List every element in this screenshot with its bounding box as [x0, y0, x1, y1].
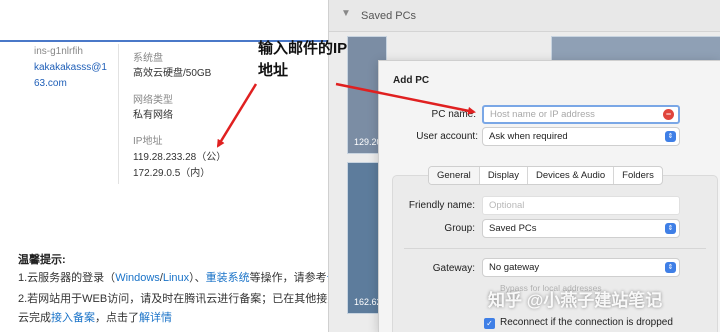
network-type-value: 私有网络 — [133, 110, 173, 121]
annotation-text: 输入邮件的IP 地址 — [258, 38, 347, 82]
gateway-label: Gateway: — [432, 263, 475, 274]
pc-name-input[interactable]: Host name or IP address − — [482, 105, 680, 124]
tips-line-1: 1.云服务器的登录（Windows/Linux）、重装系统等操作，请参考云服 — [18, 269, 349, 285]
column-divider — [118, 44, 119, 184]
tips-line-1-suffix: 等操作，请参考 — [249, 272, 327, 284]
friendly-name-label: Friendly name: — [408, 200, 475, 211]
error-icon: − — [663, 109, 674, 120]
instance-info: ins-g1nlrfih kakakakasss@1 63.com — [34, 44, 107, 92]
tips-title: 温馨提示: — [18, 254, 66, 266]
user-account-select[interactable]: Ask when required ⇕ — [482, 127, 680, 146]
network-type-label: 网络类型 — [133, 95, 173, 106]
tips-line-3: 云完成接入备案，点击了解详情 — [18, 309, 172, 325]
group-value: Saved PCs — [489, 223, 537, 234]
stepper-icon: ⇕ — [665, 131, 676, 142]
friendly-name-input[interactable]: Optional — [482, 196, 680, 215]
tips-line-1-prefix: 1.云服务器的登录（ — [18, 272, 116, 284]
filing-link[interactable]: 接入备案 — [51, 312, 95, 324]
reconnect-label: Reconnect if the connection is dropped — [500, 317, 673, 328]
group-select[interactable]: Saved PCs ⇕ — [482, 219, 680, 238]
settings-tabs: General Display Devices & Audio Folders — [428, 166, 663, 185]
ip-section: IP地址 119.28.233.28（公） 172.29.0.5（内） — [133, 134, 226, 182]
chevron-down-icon[interactable]: ▼ — [341, 8, 351, 19]
tab-devices-audio[interactable]: Devices & Audio — [526, 167, 613, 184]
public-ip: 119.28.233.28（公） — [133, 152, 227, 163]
tips-line-3-mid: ，点击了 — [95, 312, 139, 324]
tab-general[interactable]: General — [429, 167, 479, 184]
user-account-value: Ask when required — [489, 131, 568, 142]
private-ip: 172.29.0.5（内） — [133, 168, 211, 179]
system-disk-label: 系统盘 — [133, 53, 163, 64]
section-divider — [404, 248, 706, 249]
annotation-line-2: 地址 — [258, 62, 289, 79]
details-link[interactable]: 解详情 — [139, 312, 172, 324]
reconnect-checkbox[interactable]: ✓ — [484, 318, 495, 329]
tips-line-3-prefix: 云完成 — [18, 312, 51, 324]
saved-pcs-title: Saved PCs — [361, 10, 417, 22]
windows-link[interactable]: Windows — [115, 272, 160, 284]
system-disk-section: 系统盘 高效云硬盘/50GB — [133, 51, 211, 81]
network-type-section: 网络类型 私有网络 — [133, 93, 173, 123]
annotation-line-1: 输入邮件的IP — [258, 40, 348, 57]
pc-name-placeholder: Host name or IP address — [490, 109, 595, 120]
ip-label: IP地址 — [133, 136, 163, 147]
instance-owner-line1[interactable]: kakakakasss@1 — [34, 60, 107, 76]
friendly-name-placeholder: Optional — [489, 200, 525, 211]
tab-display[interactable]: Display — [478, 167, 527, 184]
gateway-select[interactable]: No gateway ⇕ — [482, 258, 680, 277]
stepper-icon: ⇕ — [665, 223, 676, 234]
tips-line-1-mid: ）、 — [189, 272, 206, 284]
user-account-label: User account: — [416, 131, 478, 142]
system-disk-value: 高效云硬盘/50GB — [133, 68, 212, 79]
saved-pcs-header[interactable]: ▼ Saved PCs — [329, 0, 720, 32]
instance-owner-line2[interactable]: 63.com — [34, 76, 107, 92]
tab-folders[interactable]: Folders — [613, 167, 662, 184]
group-label: Group: — [444, 223, 475, 234]
pc-name-label: PC name: — [431, 109, 476, 120]
reinstall-link[interactable]: 重装系统 — [206, 272, 250, 284]
sheet-title: Add PC — [393, 75, 430, 86]
stepper-icon: ⇕ — [665, 262, 676, 273]
linux-link[interactable]: Linux — [163, 272, 189, 284]
watermark: 知乎 @小燕子建站笔记 — [488, 291, 663, 310]
tips-line-2: 2.若网站用于WEB访问，请及时在腾讯云进行备案；已在其他接入商 — [18, 293, 350, 305]
instance-id: ins-g1nlrfih — [34, 46, 83, 57]
gateway-value: No gateway — [489, 262, 540, 273]
